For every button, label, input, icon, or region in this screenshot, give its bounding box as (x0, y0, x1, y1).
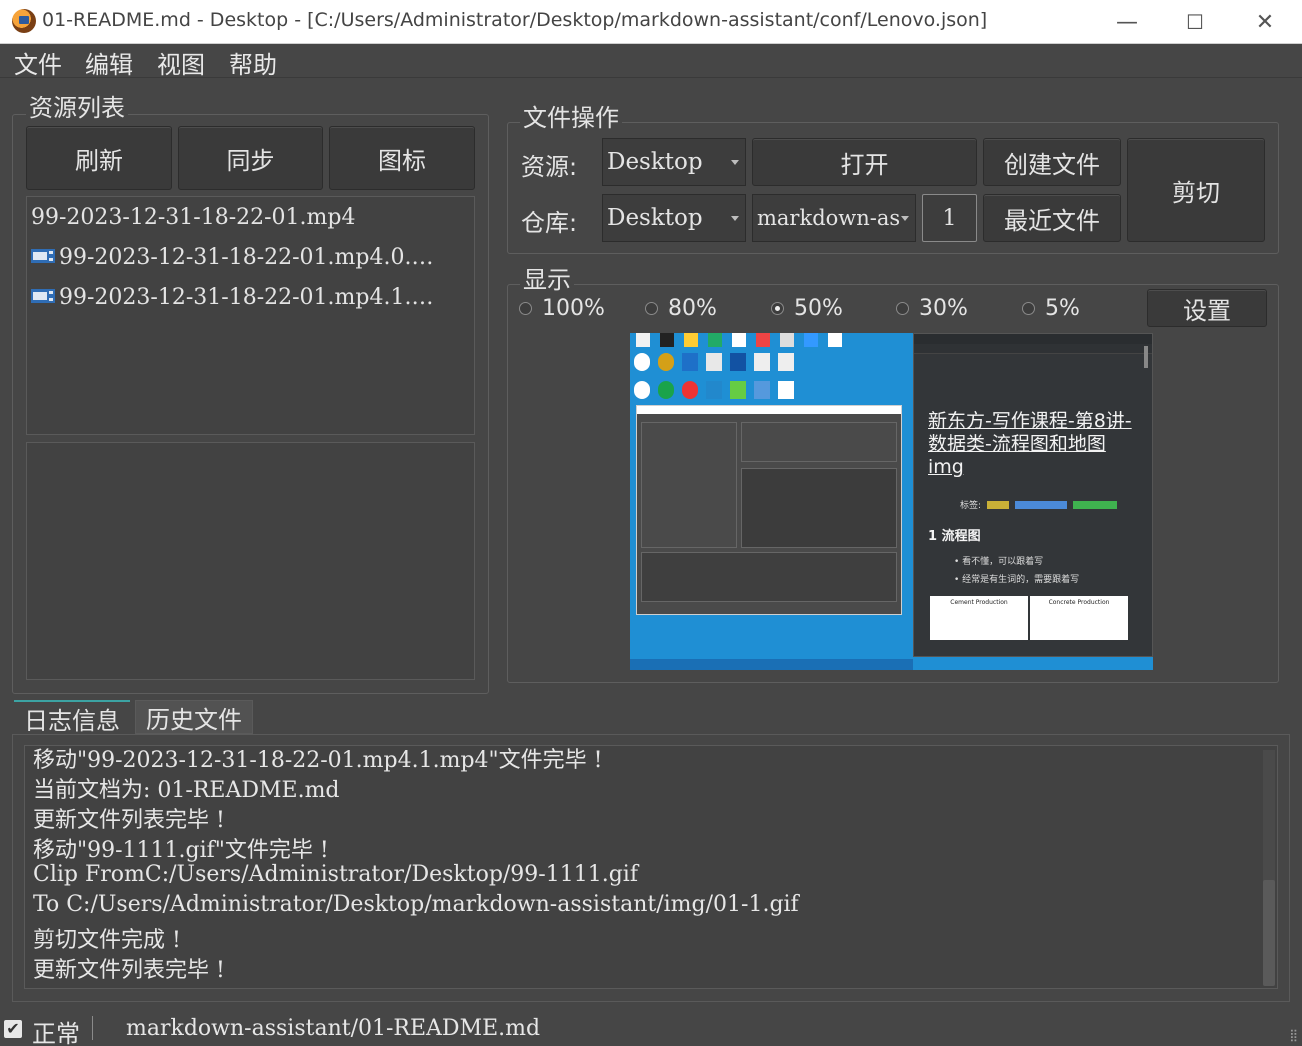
preview-tags: 标签: (960, 498, 1118, 511)
display-title: 显示 (520, 260, 574, 295)
status-path: markdown-assistant/01-README.md (126, 1016, 541, 1041)
preview-image: 新东方-写作课程-第8讲-数据类-流程图和地图 img 标签: 1 流程图 • … (630, 333, 1153, 670)
desktop-icons-grid (634, 353, 804, 401)
status-bar: ✔ 正常 markdown-assistant/01-README.md ⣿ (0, 1012, 1302, 1046)
status-state: 正常 (32, 1020, 80, 1046)
resize-grip-icon[interactable]: ⣿ (1289, 1028, 1298, 1042)
menu-file[interactable]: 文件 (14, 45, 62, 80)
desktop-icons-row (632, 333, 912, 351)
radio-icon (896, 302, 909, 315)
maximize-button[interactable]: ☐ (1160, 0, 1230, 44)
log-scrollbar-thumb[interactable] (1263, 880, 1275, 986)
secondary-list[interactable] (26, 442, 475, 680)
preview-doc-window: 新东方-写作课程-第8讲-数据类-流程图和地图 img 标签: 1 流程图 • … (913, 333, 1153, 657)
menu-help[interactable]: 帮助 (229, 45, 277, 80)
repo-folder-combo[interactable]: markdown-as (752, 194, 916, 242)
list-item[interactable]: 99-2023-12-31-18-22-01.mp4 (31, 205, 356, 230)
title-bar: 01-README.md - Desktop - [C:/Users/Admin… (0, 0, 1302, 44)
log-line: 当前文档为: 01-README.md (33, 778, 340, 803)
cut-button[interactable]: 剪切 (1127, 138, 1265, 242)
radio-icon (1022, 302, 1035, 315)
menu-view[interactable]: 视图 (157, 45, 205, 80)
minimize-button[interactable]: — (1092, 0, 1162, 44)
list-item[interactable]: 99-2023-12-31-18-22-01.mp4.0.… (31, 245, 433, 270)
zoom-30-radio[interactable]: 30% (896, 296, 968, 321)
count-spinbox[interactable]: 1 (922, 194, 977, 242)
file-ops-title: 文件操作 (520, 98, 622, 133)
preview-article-title: 新东方-写作课程-第8讲-数据类-流程图和地图 img (928, 410, 1132, 478)
tab-log[interactable]: 日志信息 (14, 700, 130, 735)
log-line: Clip FromC:/Users/Administrator/Desktop/… (33, 862, 638, 887)
create-file-button[interactable]: 创建文件 (983, 138, 1121, 186)
zoom-80-radio[interactable]: 80% (645, 296, 717, 321)
log-line: 移动"99-1111.gif"文件完毕 ! (33, 838, 329, 863)
open-button[interactable]: 打开 (752, 138, 977, 186)
resource-list-title: 资源列表 (26, 88, 128, 123)
radio-icon (519, 302, 532, 315)
log-line: 更新文件列表完毕 ! (33, 808, 225, 833)
video-file-icon (31, 249, 55, 263)
chevron-down-icon (731, 160, 739, 165)
source-label: 资源: (521, 153, 578, 181)
repo-label: 仓库: (521, 209, 578, 237)
sync-button[interactable]: 同步 (178, 126, 323, 190)
menu-edit[interactable]: 编辑 (85, 45, 133, 80)
recent-files-button[interactable]: 最近文件 (983, 194, 1121, 242)
log-line: 剪切文件完成 ! (33, 928, 181, 953)
preview-diagram-right: Concrete Production (1030, 596, 1128, 640)
zoom-100-radio[interactable]: 100% (519, 296, 605, 321)
menu-bar: 文件 编辑 视图 帮助 (0, 44, 1302, 80)
radio-selected-icon (771, 302, 784, 315)
settings-button[interactable]: 设置 (1147, 289, 1267, 327)
video-file-icon (31, 289, 55, 303)
chevron-down-icon (731, 216, 739, 221)
radio-icon (645, 302, 658, 315)
source-combo[interactable]: Desktop (602, 138, 746, 186)
repo-combo[interactable]: Desktop (602, 194, 746, 242)
status-divider (92, 1016, 93, 1040)
chevron-down-icon (901, 216, 909, 221)
log-line: To C:/Users/Administrator/Desktop/markdo… (33, 892, 799, 917)
zoom-50-radio[interactable]: 50% (771, 296, 843, 321)
log-text-area[interactable]: 移动"99-2023-12-31-18-22-01.mp4.1.mp4"文件完毕… (24, 745, 1278, 989)
preview-bullet: • 经常是有生词的，需要跟着写 (954, 575, 1080, 585)
log-line: 移动"99-2023-12-31-18-22-01.mp4.1.mp4"文件完毕… (33, 748, 603, 773)
preview-app-window (636, 405, 902, 615)
icon-button[interactable]: 图标 (329, 126, 475, 190)
preview-section: 1 流程图 (928, 529, 981, 544)
check-icon: ✔ (4, 1020, 22, 1038)
refresh-button[interactable]: 刷新 (26, 126, 172, 190)
window-title: 01-README.md - Desktop - [C:/Users/Admin… (42, 9, 988, 31)
tab-history[interactable]: 历史文件 (135, 700, 253, 734)
log-line: 更新文件列表完毕 ! (33, 958, 225, 983)
close-button[interactable]: ✕ (1230, 0, 1300, 44)
app-icon (12, 9, 36, 33)
list-item[interactable]: 99-2023-12-31-18-22-01.mp4.1.… (31, 285, 433, 310)
file-list[interactable]: 99-2023-12-31-18-22-01.mp4 99-2023-12-31… (26, 196, 475, 435)
zoom-5-radio[interactable]: 5% (1022, 296, 1080, 321)
preview-bullet: • 看不懂，可以跟着写 (954, 557, 1044, 567)
preview-diagram-left: Cement Production (930, 596, 1028, 640)
